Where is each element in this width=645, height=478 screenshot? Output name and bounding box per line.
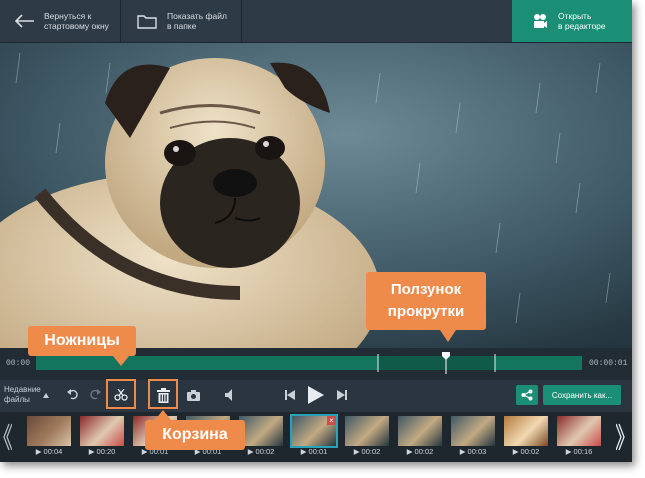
thumbnail-duration: ▶ 00:02 — [406, 447, 434, 456]
thumbnail-image — [239, 416, 283, 446]
redo-icon — [90, 389, 101, 400]
redo-button[interactable] — [88, 386, 102, 402]
trash-callout-pointer — [155, 410, 171, 420]
total-time: 00:00:01 — [589, 359, 628, 368]
share-button[interactable] — [516, 385, 538, 405]
show-file-label: Показать файл в папке — [167, 11, 227, 31]
top-bar: Вернуться к стартовому окну Показать фай… — [0, 0, 632, 43]
thumbnail-duration: ▶ 00:02 — [247, 447, 275, 456]
speaker-icon — [225, 389, 232, 401]
slider-callout: Ползунок прокрутки — [366, 272, 486, 330]
recent-files-label: Недавние файлы — [4, 385, 41, 404]
back-label: Вернуться к стартовому окну — [44, 11, 109, 31]
video-preview[interactable] — [0, 43, 632, 348]
thumbnail-duration: ▶ 00:16 — [565, 447, 593, 456]
trash-callout-text: Корзина — [162, 426, 228, 443]
thumbnail-clip[interactable]: ▶ 00:02 — [504, 416, 548, 458]
thumbnail-duration: ▶ 00:04 — [35, 447, 63, 456]
play-icon — [308, 386, 324, 404]
slider-callout-text: Ползунок прокрутки — [387, 281, 465, 320]
undo-button[interactable] — [66, 386, 80, 402]
save-as-button[interactable]: Сохранить как... — [543, 385, 621, 405]
thumbnail-image — [451, 416, 495, 446]
slider-callout-pointer — [440, 330, 456, 342]
camera-icon — [186, 389, 200, 401]
scissors-callout: Ножницы — [28, 326, 136, 356]
arrow-left-icon — [14, 14, 34, 28]
scissors-callout-pointer — [113, 356, 129, 366]
thumbnail-list: ▶ 00:04 ▶ 00:20 ▶ 00:01 ▶ 00:01 ▶ 00:02 × ▶ 00… — [0, 412, 632, 462]
remove-clip-icon[interactable]: × — [327, 416, 336, 425]
thumbnail-image: × — [290, 414, 338, 448]
folder-icon — [137, 14, 157, 29]
show-file-in-folder-button[interactable]: Показать файл в папке — [121, 0, 241, 42]
next-frame-button[interactable] — [334, 387, 350, 403]
thumbnail-image — [557, 416, 601, 446]
back-to-start-button[interactable]: Вернуться к стартовому окну — [0, 0, 120, 42]
recent-files-button[interactable]: Недавние файлы — [4, 385, 41, 405]
current-time: 00:00 — [6, 359, 31, 368]
thumbnail-clip[interactable]: ▶ 00:04 — [27, 416, 71, 458]
pug-in-rain-frame — [0, 43, 632, 348]
scissors-highlight — [106, 379, 136, 409]
undo-icon — [67, 389, 78, 400]
thumbnail-image — [80, 416, 124, 446]
timeline-selected-segment — [378, 356, 495, 370]
skip-back-icon — [285, 390, 295, 400]
open-editor-label: Открыть в редакторе — [558, 11, 606, 31]
thumbnail-image — [27, 416, 71, 446]
trash-callout: Корзина — [145, 420, 245, 450]
thumbnail-clip[interactable]: × ▶ 00:01 — [290, 414, 338, 458]
thumbnail-duration: ▶ 00:20 — [88, 447, 116, 456]
save-as-label: Сохранить как... — [551, 390, 613, 400]
thumbnail-image — [345, 416, 389, 446]
thumbnail-image — [398, 416, 442, 446]
thumbnail-clip[interactable]: ▶ 00:16 — [557, 416, 601, 458]
caret-up-icon — [43, 393, 49, 398]
previous-frame-button[interactable] — [282, 387, 298, 403]
thumbnail-clip[interactable]: ▶ 00:02 — [398, 416, 442, 458]
film-editor-icon — [534, 14, 547, 28]
thumbnail-image — [504, 416, 548, 446]
thumbnail-duration: ▶ 00:02 — [512, 447, 540, 456]
volume-button[interactable] — [223, 387, 239, 403]
scissors-callout-text: Ножницы — [44, 332, 120, 349]
topbar-divider — [241, 0, 242, 42]
thumbnail-duration: ▶ 00:03 — [459, 447, 487, 456]
thumbnail-duration: ▶ 00:02 — [353, 447, 381, 456]
share-icon — [521, 389, 533, 401]
trash-highlight — [148, 379, 178, 409]
thumbnail-clip[interactable]: ▶ 00:02 — [239, 416, 283, 458]
skip-forward-icon — [337, 390, 347, 400]
thumbnail-duration: ▶ 00:01 — [300, 447, 328, 456]
thumbnail-clip[interactable]: ▶ 00:03 — [451, 416, 495, 458]
open-in-editor-button[interactable]: Открыть в редакторе — [512, 0, 632, 42]
thumbnail-clip[interactable]: ▶ 00:20 — [80, 416, 124, 458]
snapshot-button[interactable] — [185, 387, 201, 403]
play-button[interactable] — [304, 383, 328, 407]
app-window: Вернуться к стартовому окну Показать фай… — [0, 0, 632, 462]
thumbnail-clip[interactable]: ▶ 00:02 — [345, 416, 389, 458]
